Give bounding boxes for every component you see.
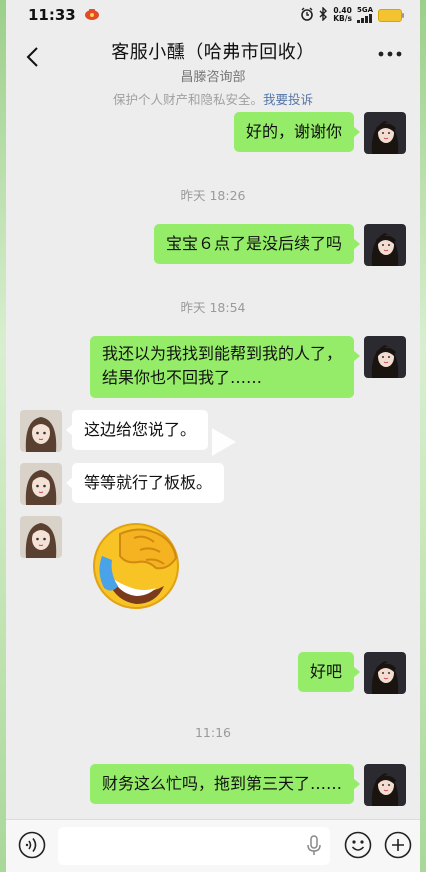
voice-mode-button[interactable] (18, 831, 46, 859)
timestamp: 昨天 18:26 (180, 188, 246, 203)
timestamp: 昨天 18:54 (180, 300, 246, 315)
message-row (6, 516, 420, 616)
clock: 11:33 (28, 6, 76, 24)
network-speed: 0.40 KB/s (333, 6, 352, 23)
app-notification-icon (84, 6, 100, 24)
emoji-button[interactable] (344, 831, 372, 859)
my-message-bubble[interactable]: 财务这么忙吗，拖到第三天了…… (89, 764, 361, 804)
screen-edge-left (0, 0, 6, 872)
message-line: 结果你也不回我了…… (101, 368, 262, 387)
contact-avatar[interactable] (20, 516, 62, 558)
chat-input-bar (0, 819, 426, 872)
message-row: 财务这么忙吗，拖到第三天了…… (6, 764, 420, 808)
more-options-button[interactable] (376, 46, 404, 66)
privacy-notice: 保护个人财产和隐私安全。我要投诉 (6, 89, 420, 108)
my-avatar[interactable] (364, 764, 406, 806)
message-row: 等等就行了板板。 (6, 463, 420, 507)
screen-edge-right (420, 0, 426, 872)
more-functions-button[interactable] (384, 831, 412, 859)
message-row: 宝宝６点了是没后续了吗 (6, 224, 420, 268)
alarm-icon (300, 7, 314, 24)
chevron-left-icon (26, 47, 38, 67)
my-avatar[interactable] (364, 652, 406, 694)
my-message-bubble[interactable]: 我还以为我找到能帮到我的人了， 结果你也不回我了…… (89, 336, 361, 398)
chat-header: 客服小醺（哈弗市回收） 昌滕咨询部 保护个人财产和隐私安全。我要投诉 (6, 30, 420, 107)
contact-message-bubble[interactable]: 这边给您说了。 (65, 410, 209, 450)
contact-avatar[interactable] (20, 410, 62, 452)
my-message-bubble[interactable]: 好吧 (297, 652, 361, 692)
timestamp: 11:16 (194, 725, 232, 740)
my-avatar[interactable] (364, 224, 406, 266)
face-palm-sticker-icon[interactable] (90, 520, 186, 612)
message-row: 好吧 (6, 652, 420, 696)
my-avatar[interactable] (364, 336, 406, 378)
voice-icon (18, 831, 46, 859)
message-row: 我还以为我找到能帮到我的人了， 结果你也不回我了…… (6, 336, 420, 400)
battery-icon (378, 8, 404, 22)
message-line: 我还以为我找到能帮到我的人了， (101, 344, 342, 363)
chat-title: 客服小醺（哈弗市回收） (111, 42, 315, 63)
chat-subtitle: 昌滕咨询部 (180, 70, 246, 85)
privacy-text: 保护个人财产和隐私安全。 (112, 92, 263, 107)
message-input[interactable] (58, 827, 330, 865)
emoji-icon (344, 831, 372, 859)
more-dots-icon (378, 51, 402, 57)
cellular-signal: 5GA (356, 7, 373, 23)
my-avatar[interactable] (364, 112, 406, 154)
back-button[interactable] (18, 42, 48, 72)
contact-message-bubble[interactable]: 等等就行了板板。 (65, 463, 225, 503)
plus-icon (384, 831, 412, 859)
status-bar: 11:33 0.40 KB/s 5GA (6, 0, 420, 30)
message-row: 好的，谢谢你 (6, 112, 420, 156)
complain-link[interactable]: 我要投诉 (263, 92, 313, 107)
bluetooth-icon (319, 5, 328, 24)
video-play-overlay-icon (212, 428, 236, 456)
my-message-bubble[interactable]: 宝宝６点了是没后续了吗 (153, 224, 361, 264)
my-message-bubble[interactable]: 好的，谢谢你 (233, 112, 361, 152)
signal-bars-icon (356, 14, 372, 23)
microphone-icon[interactable] (306, 835, 322, 857)
contact-avatar[interactable] (20, 463, 62, 505)
